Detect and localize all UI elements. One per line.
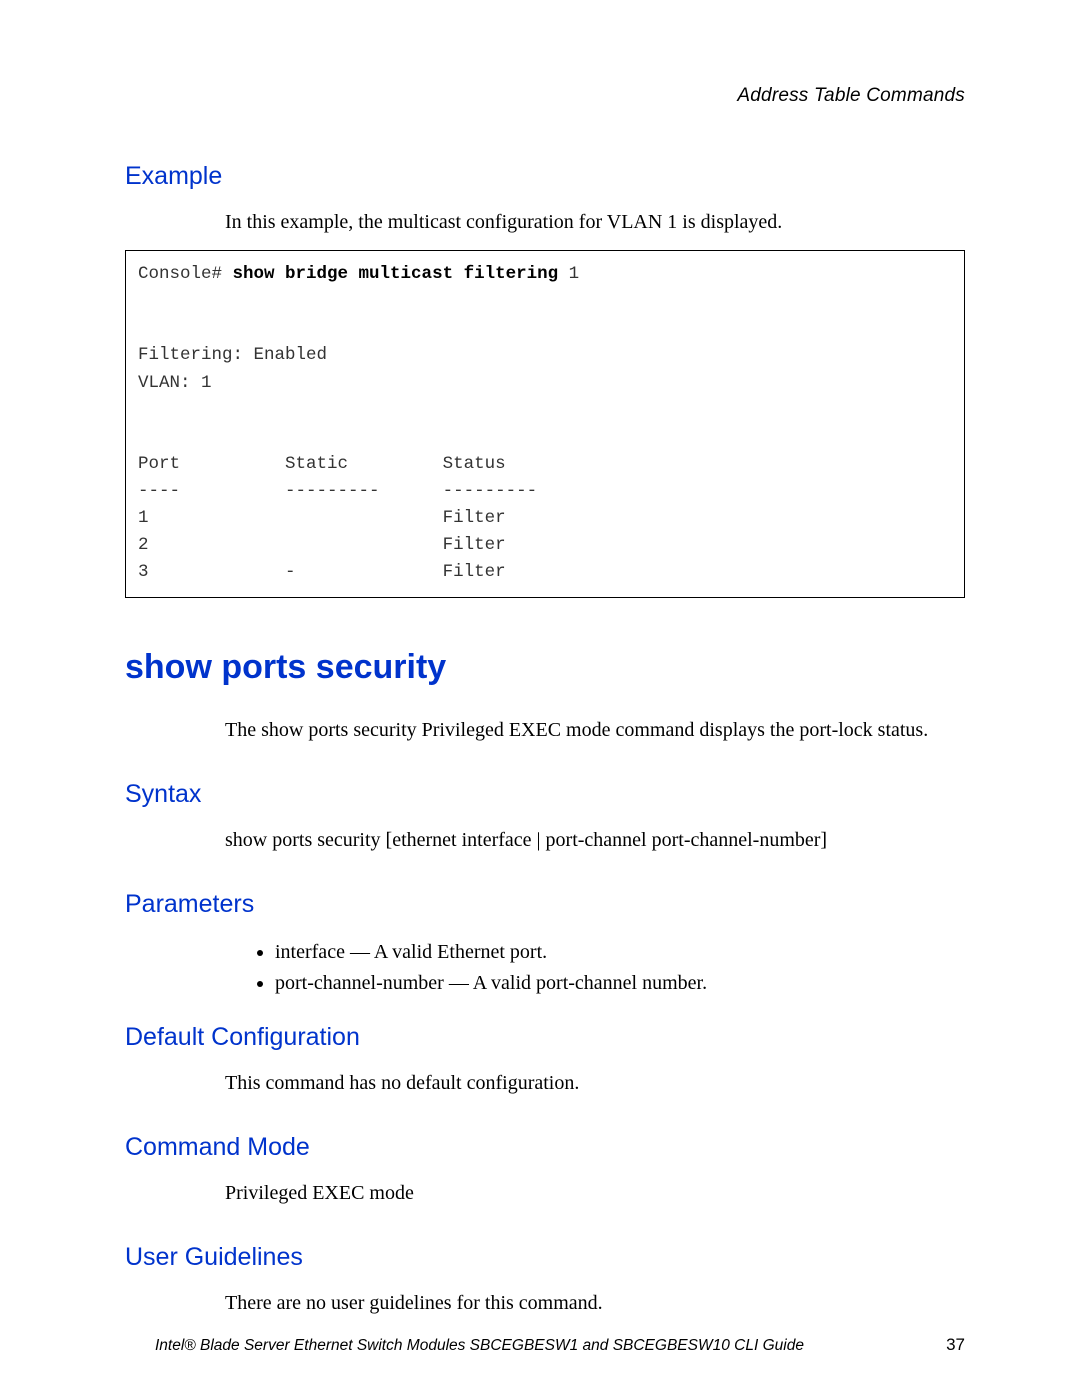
cell-port: 1 — [138, 508, 149, 528]
table-row: 2 Filter — [138, 532, 952, 559]
cell-status: Filter — [443, 562, 506, 582]
col-static: Static — [285, 454, 348, 474]
heading-syntax: Syntax — [125, 780, 965, 809]
blank-line — [138, 424, 952, 451]
heading-user-guidelines: User Guidelines — [125, 1243, 965, 1272]
cell-status: Filter — [443, 535, 506, 555]
command-description: The show ports security Privileged EXEC … — [225, 717, 965, 744]
footer-title: Intel® Blade Server Ethernet Switch Modu… — [155, 1337, 804, 1355]
page-content: Address Table Commands Example In this e… — [0, 0, 1080, 1317]
page-footer: Intel® Blade Server Ethernet Switch Modu… — [0, 1335, 1080, 1355]
sep-static: --------- — [285, 481, 380, 501]
parameters-list: interface — A valid Ethernet port. port-… — [255, 937, 965, 999]
syntax-text: show ports security [ethernet interface … — [225, 827, 965, 854]
console-command-line: Console# show bridge multicast filtering… — [138, 261, 952, 288]
col-port: Port — [138, 454, 180, 474]
blank-line — [138, 315, 952, 342]
col-status: Status — [443, 454, 506, 474]
heading-example: Example — [125, 162, 965, 191]
console-command: show bridge multicast filtering — [233, 264, 559, 284]
cell-port: 2 — [138, 535, 149, 555]
vlan-line: VLAN: 1 — [138, 370, 952, 397]
heading-parameters: Parameters — [125, 890, 965, 919]
console-output-box: Console# show bridge multicast filtering… — [125, 250, 965, 598]
cell-static: - — [285, 562, 296, 582]
list-item: interface — A valid Ethernet port. — [275, 937, 965, 968]
cell-port: 3 — [138, 562, 149, 582]
example-intro: In this example, the multicast configura… — [225, 209, 965, 236]
user-guidelines-text: There are no user guidelines for this co… — [225, 1290, 965, 1317]
cell-status: Filter — [443, 508, 506, 528]
table-row: 1 Filter — [138, 505, 952, 532]
heading-command-mode: Command Mode — [125, 1133, 965, 1162]
page-number: 37 — [946, 1335, 965, 1355]
console-prompt: Console# — [138, 264, 222, 284]
table-row: 3 - Filter — [138, 559, 952, 586]
heading-default-config: Default Configuration — [125, 1023, 965, 1052]
default-config-text: This command has no default configuratio… — [225, 1070, 965, 1097]
table-header: Port Static Status — [138, 451, 952, 478]
console-arg: 1 — [569, 264, 580, 284]
blank-line — [138, 397, 952, 424]
command-mode-text: Privileged EXEC mode — [225, 1180, 965, 1207]
filtering-line: Filtering: Enabled — [138, 342, 952, 369]
heading-command-title: show ports security — [125, 648, 965, 687]
blank-line — [138, 288, 952, 315]
sep-status: --------- — [443, 481, 538, 501]
table-sep: ---- --------- --------- — [138, 478, 952, 505]
list-item: port-channel-number — A valid port-chann… — [275, 968, 965, 999]
running-header: Address Table Commands — [125, 85, 965, 107]
sep-port: ---- — [138, 481, 180, 501]
